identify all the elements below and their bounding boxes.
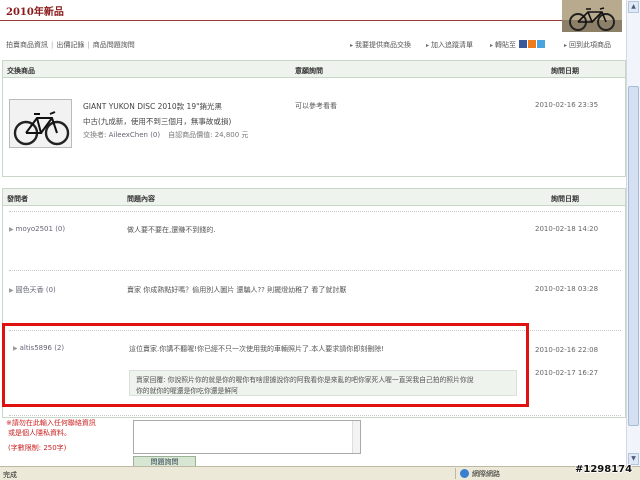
row-divider bbox=[9, 211, 621, 212]
header-exchange-item: 交換商品 bbox=[7, 67, 35, 75]
header-intent: 意願詢問 bbox=[295, 67, 323, 75]
provide-exchange-link[interactable]: ▸ 我要提供商品交換 bbox=[350, 40, 411, 50]
auction-nav: 拍賣商品資訊 | 出價記錄 | 商品問題詢問 bbox=[6, 41, 135, 49]
arrow-right-icon: ▸ bbox=[350, 42, 354, 49]
qa-row-2-question: 賣家 你成熟點好嗎？偷用別人圖片 還騙人?? 則擺燈幼稚了 看了就討厭 bbox=[127, 286, 347, 294]
exchanger-user[interactable]: AileexChen (0) bbox=[109, 131, 161, 139]
char-limit-note: (字數限制: 250字) bbox=[8, 444, 67, 452]
exchanger-info: 交換者: AileexChen (0) 自認商品價值: 24,800 元 bbox=[83, 131, 249, 139]
scrollbar-thumb[interactable] bbox=[628, 86, 639, 426]
exchange-table-header: 交換商品 意願詢問 詢問日期 bbox=[3, 61, 625, 78]
twitter-share-icon[interactable] bbox=[537, 40, 546, 48]
page: 2010年新品 拍賣商品資訊 | 出價記錄 | 商品問題詢問 ▸ 我要提供商品交換 ▸ 加入… bbox=[0, 0, 640, 480]
globe-icon bbox=[460, 469, 469, 478]
product-name[interactable]: GIANT YUKON DISC 2010款 19"銷光黑 bbox=[83, 101, 222, 112]
plurk-share-icon[interactable] bbox=[528, 40, 537, 48]
bike-thumbnail-top[interactable] bbox=[562, 0, 622, 32]
privacy-warning-line-2: 或是個人隱私資料。 bbox=[8, 429, 71, 437]
arrow-right-icon: ▸ bbox=[426, 42, 430, 49]
security-zone: 網際網路 bbox=[460, 469, 500, 479]
intent-date: 2010-02-16 23:35 bbox=[535, 101, 599, 109]
question-textarea[interactable] bbox=[133, 420, 361, 454]
qa-row-2-date: 2010-02-18 03:28 bbox=[535, 285, 599, 293]
nav-product-questions[interactable]: 商品問題詢問 bbox=[93, 41, 135, 49]
scroll-up-icon[interactable]: ▲ bbox=[628, 1, 639, 13]
back-to-item-link[interactable]: ▸ 回到此項商品 bbox=[564, 40, 611, 50]
arrow-right-icon: ▸ bbox=[564, 42, 568, 49]
image-watermark: #1298174 bbox=[575, 464, 633, 475]
triangle-right-icon: ▶ bbox=[9, 226, 14, 233]
add-tracking-link[interactable]: ▸ 加入追蹤清單 bbox=[426, 40, 473, 50]
qa-row-1-user[interactable]: ▶ moyo2501 (0) bbox=[9, 225, 65, 233]
qa-row-3-date: 2010-02-16 22:08 bbox=[535, 346, 599, 354]
qa-row-2-user[interactable]: ▶ 圓色天香 (0) bbox=[9, 285, 56, 295]
header-question: 問題內容 bbox=[127, 195, 155, 203]
facebook-share-icon[interactable] bbox=[519, 40, 528, 48]
product-condition: 中古(九成新，使用不到三個月，無事故或損) bbox=[83, 117, 232, 126]
forward-to: ▸ 轉貼至 bbox=[490, 40, 546, 50]
exchange-panel: 交換商品 意願詢問 詢問日期 GIANT YUKON DISC 2010款 19… bbox=[2, 60, 626, 177]
status-bar: 完成 網際網路 bbox=[0, 466, 640, 480]
qa-row-1-date: 2010-02-18 14:20 bbox=[535, 225, 599, 233]
status-text: 完成 bbox=[3, 471, 17, 479]
textarea-scrollbar[interactable] bbox=[352, 421, 360, 453]
triangle-right-icon: ▶ bbox=[9, 287, 14, 294]
header-asker: 發問者 bbox=[7, 195, 28, 203]
arrow-right-icon: ▸ bbox=[490, 42, 494, 49]
header-question-date: 詢問日期 bbox=[551, 195, 579, 203]
qa-table-header: 發問者 問題內容 詢問日期 bbox=[3, 189, 625, 206]
title-divider bbox=[0, 20, 600, 21]
privacy-warning-line-1: ※請勿在此輸入任何聯絡資訊 bbox=[6, 419, 96, 427]
qa-row-1-question: 做人要不要在,還賺不到錢的. bbox=[127, 226, 216, 234]
row-divider bbox=[9, 415, 621, 416]
highlight-box bbox=[2, 323, 529, 407]
product-image[interactable] bbox=[9, 99, 72, 148]
seller-reply-date: 2010-02-17 16:27 bbox=[535, 369, 599, 377]
page-scrollbar[interactable]: ▲ ▼ bbox=[626, 0, 640, 466]
intent-text: 可以參考看看 bbox=[295, 102, 337, 110]
row-divider bbox=[9, 270, 621, 271]
nav-auction-info[interactable]: 拍賣商品資訊 bbox=[6, 41, 48, 49]
header-inquiry-date: 詢問日期 bbox=[551, 67, 579, 75]
page-title: 2010年新品 bbox=[6, 7, 64, 18]
nav-bid-history[interactable]: 出價記錄 bbox=[56, 41, 84, 49]
